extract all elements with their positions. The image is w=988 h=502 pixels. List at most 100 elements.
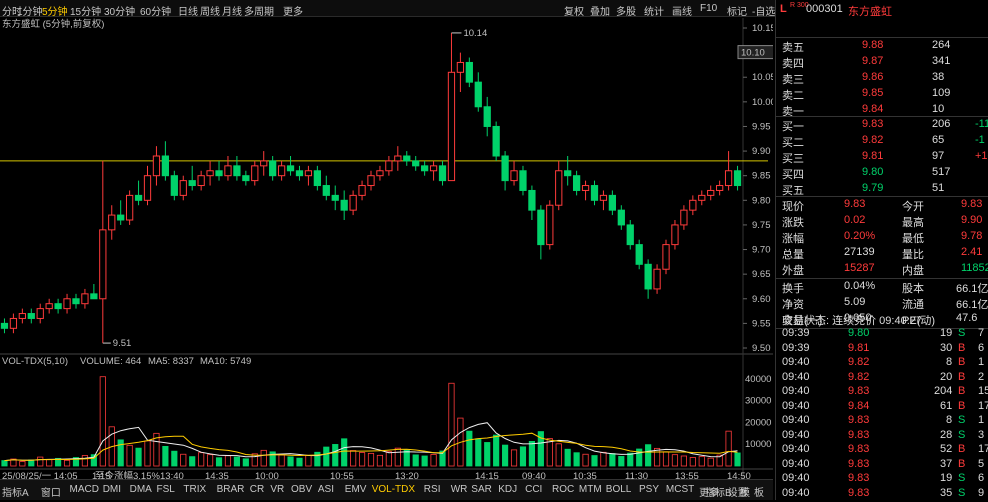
indicator-tab[interactable]: 窗口 [41,484,61,499]
bid-row[interactable]: 买五 9.79 51 [776,181,988,197]
volume-bar [671,454,679,467]
indicator-tab[interactable]: MCST [666,484,694,495]
tool-button[interactable]: 统计 [644,3,664,18]
indicator-tabs: 指标A 窗口 MACD DMI DMA FSL TRIX BRAR CR VR OBV ASI EMV V… [0,479,773,500]
tick-count: 1 [978,356,985,368]
tool-button[interactable]: F10 [700,3,717,14]
candle-body [90,293,98,300]
tick-volume: 8 [946,356,953,368]
vol-tick: 20000 [745,417,771,428]
volume-bar [19,461,26,467]
volume-bar [546,438,553,467]
ask-row[interactable]: 卖五 9.88 264 [776,38,988,54]
volume-bar [519,446,527,467]
tool-button[interactable]: 标记 [727,3,747,18]
indicator-tab[interactable]: 指标A [2,484,29,499]
candle-body [179,180,187,196]
period-tab[interactable]: 更多 [283,3,303,18]
quote-panel: LR 300 000301 东方盛虹 卖五 9.88 264 卖四 9.87 341 卖三 9.86… [775,0,988,500]
volume-bar [162,445,169,467]
period-tab[interactable]: 60分钟 [140,3,171,18]
ask-row[interactable]: 卖三 9.86 38 [776,70,988,86]
kline-chart-area[interactable]: 东方盛虹 (5分钟,前复权) 10.15 10.10 10.05 10.00 9.95 9.… [0,18,776,488]
period-tab[interactable]: 15分钟 [70,3,101,18]
indicator-tab[interactable]: TRIX [183,484,206,495]
volume-bar [618,456,625,467]
indicator-tab[interactable]: BRAR [217,484,245,495]
candle-body [555,170,563,206]
trade-status-row: 交易状态: 连续竞价 09:40:27 [776,311,988,327]
indicator-b-tab[interactable]: 指标B [705,484,732,499]
stat-label: 涨幅 [782,233,804,245]
period-tab[interactable]: 5分钟 [42,3,68,18]
indicator-tab[interactable]: SAR [471,484,492,495]
indicator-tab[interactable]: FSL [157,484,175,495]
indicator-tab[interactable]: CR [250,484,264,495]
indicator-tab[interactable]: KDJ [498,484,517,495]
volume-bar [215,457,223,467]
volume-bar [260,449,267,467]
price-tick: 9.95 [752,121,771,132]
candle-body [564,170,572,177]
tool-button[interactable]: 多股 [616,3,636,18]
tool-button[interactable]: 复权 [564,3,584,18]
period-tab[interactable]: 多周期 [244,3,274,18]
indicator-tab[interactable]: RSI [424,484,441,495]
volume-bar [305,455,312,467]
kline-chart[interactable]: 东方盛虹 (5分钟,前复权) 10.15 10.10 10.05 10.00 9.95 9.… [0,18,776,488]
period-tab[interactable]: 周线 [200,3,220,18]
volume-bar [385,451,392,467]
tool-button[interactable]: 叠加 [590,3,610,18]
period-tab[interactable]: 月线 [222,3,242,18]
tick-volume: 19 [940,472,953,484]
indicator-tab[interactable]: OBV [291,484,312,495]
tick-volume: 61 [940,399,953,412]
indicator-tab[interactable]: VR [270,484,284,495]
candle-body [680,209,688,226]
indicator-tab[interactable]: VOL-TDX [372,484,415,495]
indicator-tab[interactable]: MTM [579,484,602,495]
candle-body [349,194,357,211]
period-tab[interactable]: 1分钟 [17,3,43,18]
volume-bar [600,451,607,467]
indicator-tab[interactable]: EMV [345,484,367,495]
indicator-tab[interactable]: ASI [318,484,334,495]
ask-row[interactable]: 卖二 9.85 109 [776,86,988,102]
tick-price: 9.81 [848,341,870,354]
candle-body [188,180,196,187]
candle-body [617,209,625,226]
bid-row[interactable]: 买二 9.82 65 -1 [776,133,988,149]
period-tab[interactable]: 日线 [178,3,198,18]
indicator-tab[interactable]: DMI [103,484,121,495]
indicator-tab[interactable]: WR [451,484,468,495]
tick-side: S [958,428,966,441]
candle-body [313,170,321,187]
indicator-tab[interactable]: DMA [130,484,152,495]
price-tick: 9.70 [752,245,771,256]
volume-bar [224,455,232,467]
bid-row[interactable]: 买四 9.80 517 [776,165,988,181]
candle-body [572,175,581,191]
volume-bar [484,442,491,467]
ask-price: 9.85 [862,87,884,99]
tool-button[interactable]: 画线 [672,3,692,18]
tick-side: B [958,356,966,368]
indicator-b-tab[interactable]: 板 [754,484,764,499]
tick-side: S [958,486,966,499]
indicator-b-tab[interactable]: 模 [740,484,750,499]
tool-button[interactable]: -自选 [752,3,775,18]
indicator-tab[interactable]: BOLL [606,484,632,495]
indicator-tab[interactable]: CCI [525,484,542,495]
indicator-tab[interactable]: ROC [552,484,574,495]
stock-code: 000301 [806,3,843,15]
indicator-tab[interactable]: MACD [70,484,99,495]
period-tab[interactable]: 30分钟 [104,3,135,18]
bid-row[interactable]: 买一 9.83 206 -11 [776,117,988,133]
stat-value: 9.83 [844,198,866,210]
ask-row[interactable]: 卖四 9.87 341 [776,54,988,70]
bid-row[interactable]: 买三 9.81 97 +10 [776,149,988,165]
indicator-tab[interactable]: PSY [639,484,659,495]
volume-bar [207,454,214,467]
candle-body [99,229,107,300]
bid-price: 9.82 [862,134,884,146]
